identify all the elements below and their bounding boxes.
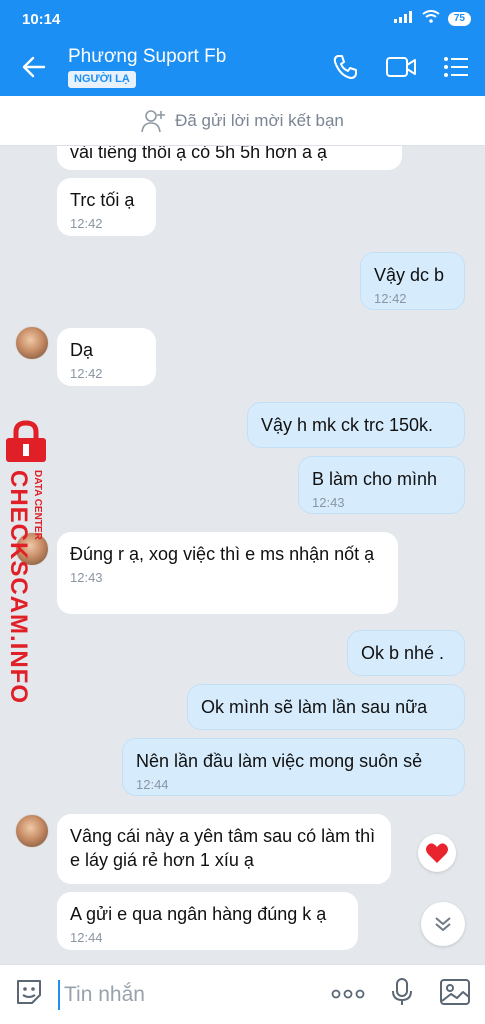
watermark: CHECKSCAM.INFO DATA CENTER bbox=[2, 420, 56, 704]
menu-icon[interactable] bbox=[443, 56, 469, 78]
message-text: Vậy h mk ck trc 150k. bbox=[261, 415, 434, 435]
message-time: 12:42 bbox=[70, 366, 103, 381]
phone-icon[interactable] bbox=[331, 53, 359, 81]
message-time: 12:43 bbox=[312, 495, 345, 510]
stranger-badge: NGƯỜI LẠ bbox=[68, 71, 136, 88]
message-bubble[interactable]: Dạ 12:42 bbox=[57, 328, 156, 386]
more-icon[interactable] bbox=[331, 986, 365, 1004]
back-arrow-icon bbox=[22, 56, 46, 78]
signal-icon bbox=[393, 10, 414, 28]
contact-info[interactable]: Phương Suport Fb NGƯỜI LẠ bbox=[68, 46, 331, 88]
avatar[interactable] bbox=[15, 814, 49, 848]
message-text: Vâng cái này a yên tâm sau có làm thì e … bbox=[70, 826, 376, 870]
message-bubble[interactable]: Trc tối ạ 12:42 bbox=[57, 178, 156, 236]
message-time: 12:44 bbox=[70, 930, 103, 945]
header-actions bbox=[331, 53, 485, 81]
battery-icon: 75 bbox=[447, 12, 471, 26]
message-text: Ok mình sẽ làm lần sau nữa bbox=[201, 697, 428, 717]
sticker-icon[interactable] bbox=[14, 977, 44, 1012]
message-text: Vậy dc b bbox=[374, 265, 445, 285]
image-icon[interactable] bbox=[439, 978, 471, 1011]
message-bubble[interactable]: Nên lần đầu làm việc mong suôn sẻ 12:44 bbox=[122, 738, 465, 796]
heart-icon bbox=[426, 843, 448, 863]
message-time: 12:42 bbox=[70, 216, 103, 231]
chevron-double-down-icon bbox=[435, 917, 451, 931]
message-bubble[interactable]: A gửi e qua ngân hàng đúng k ạ 12:44 bbox=[57, 892, 358, 950]
message-list[interactable]: vài tiếng thôi ạ có 5h 5h hơn a ạ Trc tố… bbox=[0, 146, 485, 964]
message-text: Đúng r ạ, xog việc thì e ms nhận nốt ạ bbox=[70, 544, 375, 564]
message-bubble[interactable]: B làm cho mình 12:43 bbox=[298, 456, 465, 514]
message-composer: Tin nhắn bbox=[0, 964, 485, 1024]
message-bubble[interactable]: Vâng cái này a yên tâm sau có làm thì e … bbox=[57, 814, 391, 884]
chat-header: Phương Suport Fb NGƯỜI LẠ bbox=[0, 38, 485, 96]
message-text: B làm cho mình bbox=[312, 469, 438, 489]
video-call-icon[interactable] bbox=[385, 55, 417, 79]
message-text: Dạ bbox=[70, 340, 94, 360]
add-friend-icon bbox=[141, 109, 166, 132]
message-text: vài tiếng thôi ạ có 5h 5h hơn a ạ bbox=[70, 146, 327, 162]
message-text: A gửi e qua ngân hàng đúng k ạ bbox=[70, 904, 327, 924]
message-input[interactable]: Tin nhắn bbox=[58, 979, 321, 1010]
friend-request-text: Đã gửi lời mời kết bạn bbox=[175, 110, 344, 130]
message-text: Ok b nhé . bbox=[361, 643, 445, 663]
wifi-icon bbox=[422, 10, 440, 28]
message-bubble[interactable]: Vậy h mk ck trc 150k. bbox=[247, 402, 465, 448]
status-bar: 10:14 75 bbox=[0, 0, 485, 38]
back-button[interactable] bbox=[0, 38, 68, 96]
reaction-button[interactable] bbox=[418, 834, 456, 872]
avatar[interactable] bbox=[15, 326, 49, 360]
lock-icon bbox=[6, 420, 46, 462]
contact-name: Phương Suport Fb bbox=[68, 46, 227, 67]
message-time: 12:44 bbox=[136, 777, 169, 792]
microphone-icon[interactable] bbox=[391, 977, 413, 1012]
watermark-subtext: DATA CENTER bbox=[32, 470, 43, 540]
message-bubble[interactable]: Ok b nhé . bbox=[347, 630, 465, 676]
message-time: 12:43 bbox=[70, 570, 103, 585]
friend-request-bar[interactable]: Đã gửi lời mời kết bạn bbox=[0, 96, 485, 146]
watermark-text: CHECKSCAM.INFO bbox=[5, 470, 32, 704]
composer-actions bbox=[331, 977, 471, 1012]
message-bubble[interactable]: Vậy dc b 12:42 bbox=[360, 252, 465, 310]
message-bubble[interactable]: Ok mình sẽ làm lần sau nữa bbox=[187, 684, 465, 730]
message-text: Nên lần đầu làm việc mong suôn sẻ bbox=[136, 751, 423, 771]
message-bubble[interactable]: Đúng r ạ, xog việc thì e ms nhận nốt ạ 1… bbox=[57, 532, 398, 614]
message-text: Trc tối ạ bbox=[70, 190, 135, 210]
scroll-down-button[interactable] bbox=[421, 902, 465, 946]
message-bubble[interactable]: vài tiếng thôi ạ có 5h 5h hơn a ạ bbox=[57, 146, 402, 170]
message-time: 12:42 bbox=[374, 291, 407, 306]
status-time: 10:14 bbox=[22, 10, 61, 28]
system-icons: 75 bbox=[393, 10, 471, 28]
